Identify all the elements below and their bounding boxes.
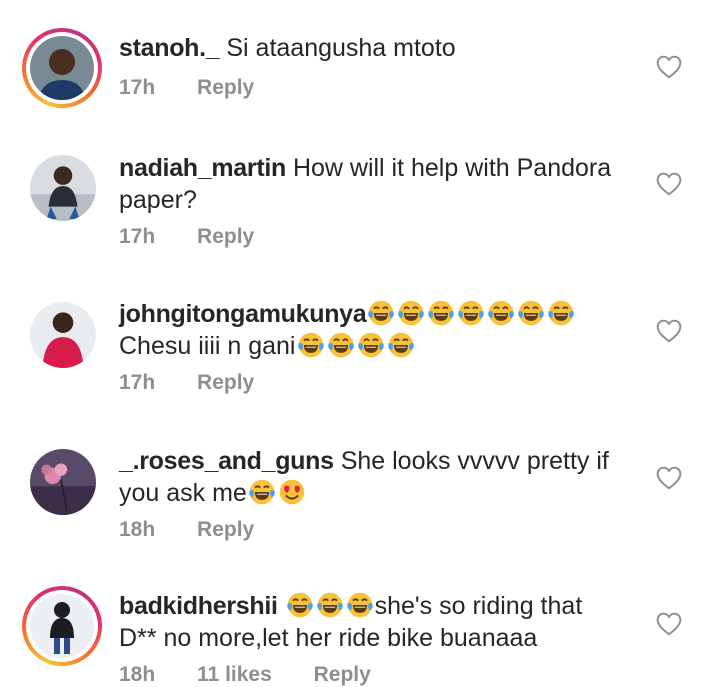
tears-of-joy-emoji-icon xyxy=(327,331,355,359)
avatar[interactable] xyxy=(30,155,96,221)
tears-of-joy-emoji-icon xyxy=(286,591,314,619)
avatar[interactable] xyxy=(30,302,96,368)
tears-of-joy-emoji-icon xyxy=(346,591,374,619)
avatar[interactable] xyxy=(22,586,102,666)
avatar[interactable] xyxy=(22,28,102,108)
reply-button[interactable]: Reply xyxy=(197,76,254,99)
comment-username[interactable]: nadiah_martin xyxy=(119,154,286,182)
avatar-image xyxy=(30,302,96,368)
avatar-image xyxy=(30,36,94,100)
avatar-image xyxy=(30,155,96,221)
comment-text: Si ataangusha mtoto xyxy=(226,34,456,62)
avatar[interactable] xyxy=(30,449,96,515)
reply-button[interactable]: Reply xyxy=(197,371,254,394)
emoji-group xyxy=(247,479,307,507)
comment-text-line2: D** no more,let her ride bike buanaaa xyxy=(119,624,538,652)
tears-of-joy-emoji-icon xyxy=(387,331,415,359)
like-heart-icon[interactable] xyxy=(656,319,682,343)
comment-time: 17h xyxy=(119,76,156,99)
comment-username[interactable]: _.roses_and_guns xyxy=(119,447,334,475)
comment-text: she's so riding that xyxy=(374,592,583,620)
reply-button[interactable]: Reply xyxy=(314,663,371,686)
comment-text-line2: paper? xyxy=(119,186,197,214)
comment-username[interactable]: badkidhershii xyxy=(119,592,278,620)
like-heart-icon[interactable] xyxy=(656,612,682,636)
tears-of-joy-emoji-icon xyxy=(357,331,385,359)
comment-text-line2: you ask me xyxy=(119,479,247,507)
avatar-image xyxy=(30,594,94,658)
tears-of-joy-emoji-icon xyxy=(367,299,395,327)
comment-time: 17h xyxy=(119,225,156,248)
comment-time: 18h xyxy=(119,518,156,541)
tears-of-joy-emoji-icon xyxy=(547,299,575,327)
emoji-group xyxy=(366,300,576,328)
tears-of-joy-emoji-icon xyxy=(427,299,455,327)
comment-username[interactable]: stanoh._ xyxy=(119,34,220,62)
comment-time: 17h xyxy=(119,371,156,394)
tears-of-joy-emoji-icon xyxy=(457,299,485,327)
comment-text: She looks vvvvv pretty if xyxy=(340,447,609,475)
like-heart-icon[interactable] xyxy=(656,466,682,490)
like-heart-icon[interactable] xyxy=(656,55,682,79)
comment-username[interactable]: johngitongamukunya xyxy=(119,300,367,328)
tears-of-joy-emoji-icon xyxy=(487,299,515,327)
heart-eyes-emoji-icon xyxy=(278,478,306,506)
comment-text-line2: Chesu iiii n gani xyxy=(119,332,296,360)
reply-button[interactable]: Reply xyxy=(197,518,254,541)
tears-of-joy-emoji-icon xyxy=(248,478,276,506)
tears-of-joy-emoji-icon xyxy=(397,299,425,327)
reply-button[interactable]: Reply xyxy=(197,225,254,248)
comment-time: 18h xyxy=(119,663,156,686)
avatar-image xyxy=(30,449,96,515)
like-heart-icon[interactable] xyxy=(656,172,682,196)
emoji-group xyxy=(278,592,375,620)
tears-of-joy-emoji-icon xyxy=(517,299,545,327)
emoji-group xyxy=(296,332,416,360)
tears-of-joy-emoji-icon xyxy=(316,591,344,619)
tears-of-joy-emoji-icon xyxy=(297,331,325,359)
comment-text: How will it help with Pandora xyxy=(292,154,612,182)
likes-count[interactable]: 11 likes xyxy=(197,663,272,686)
